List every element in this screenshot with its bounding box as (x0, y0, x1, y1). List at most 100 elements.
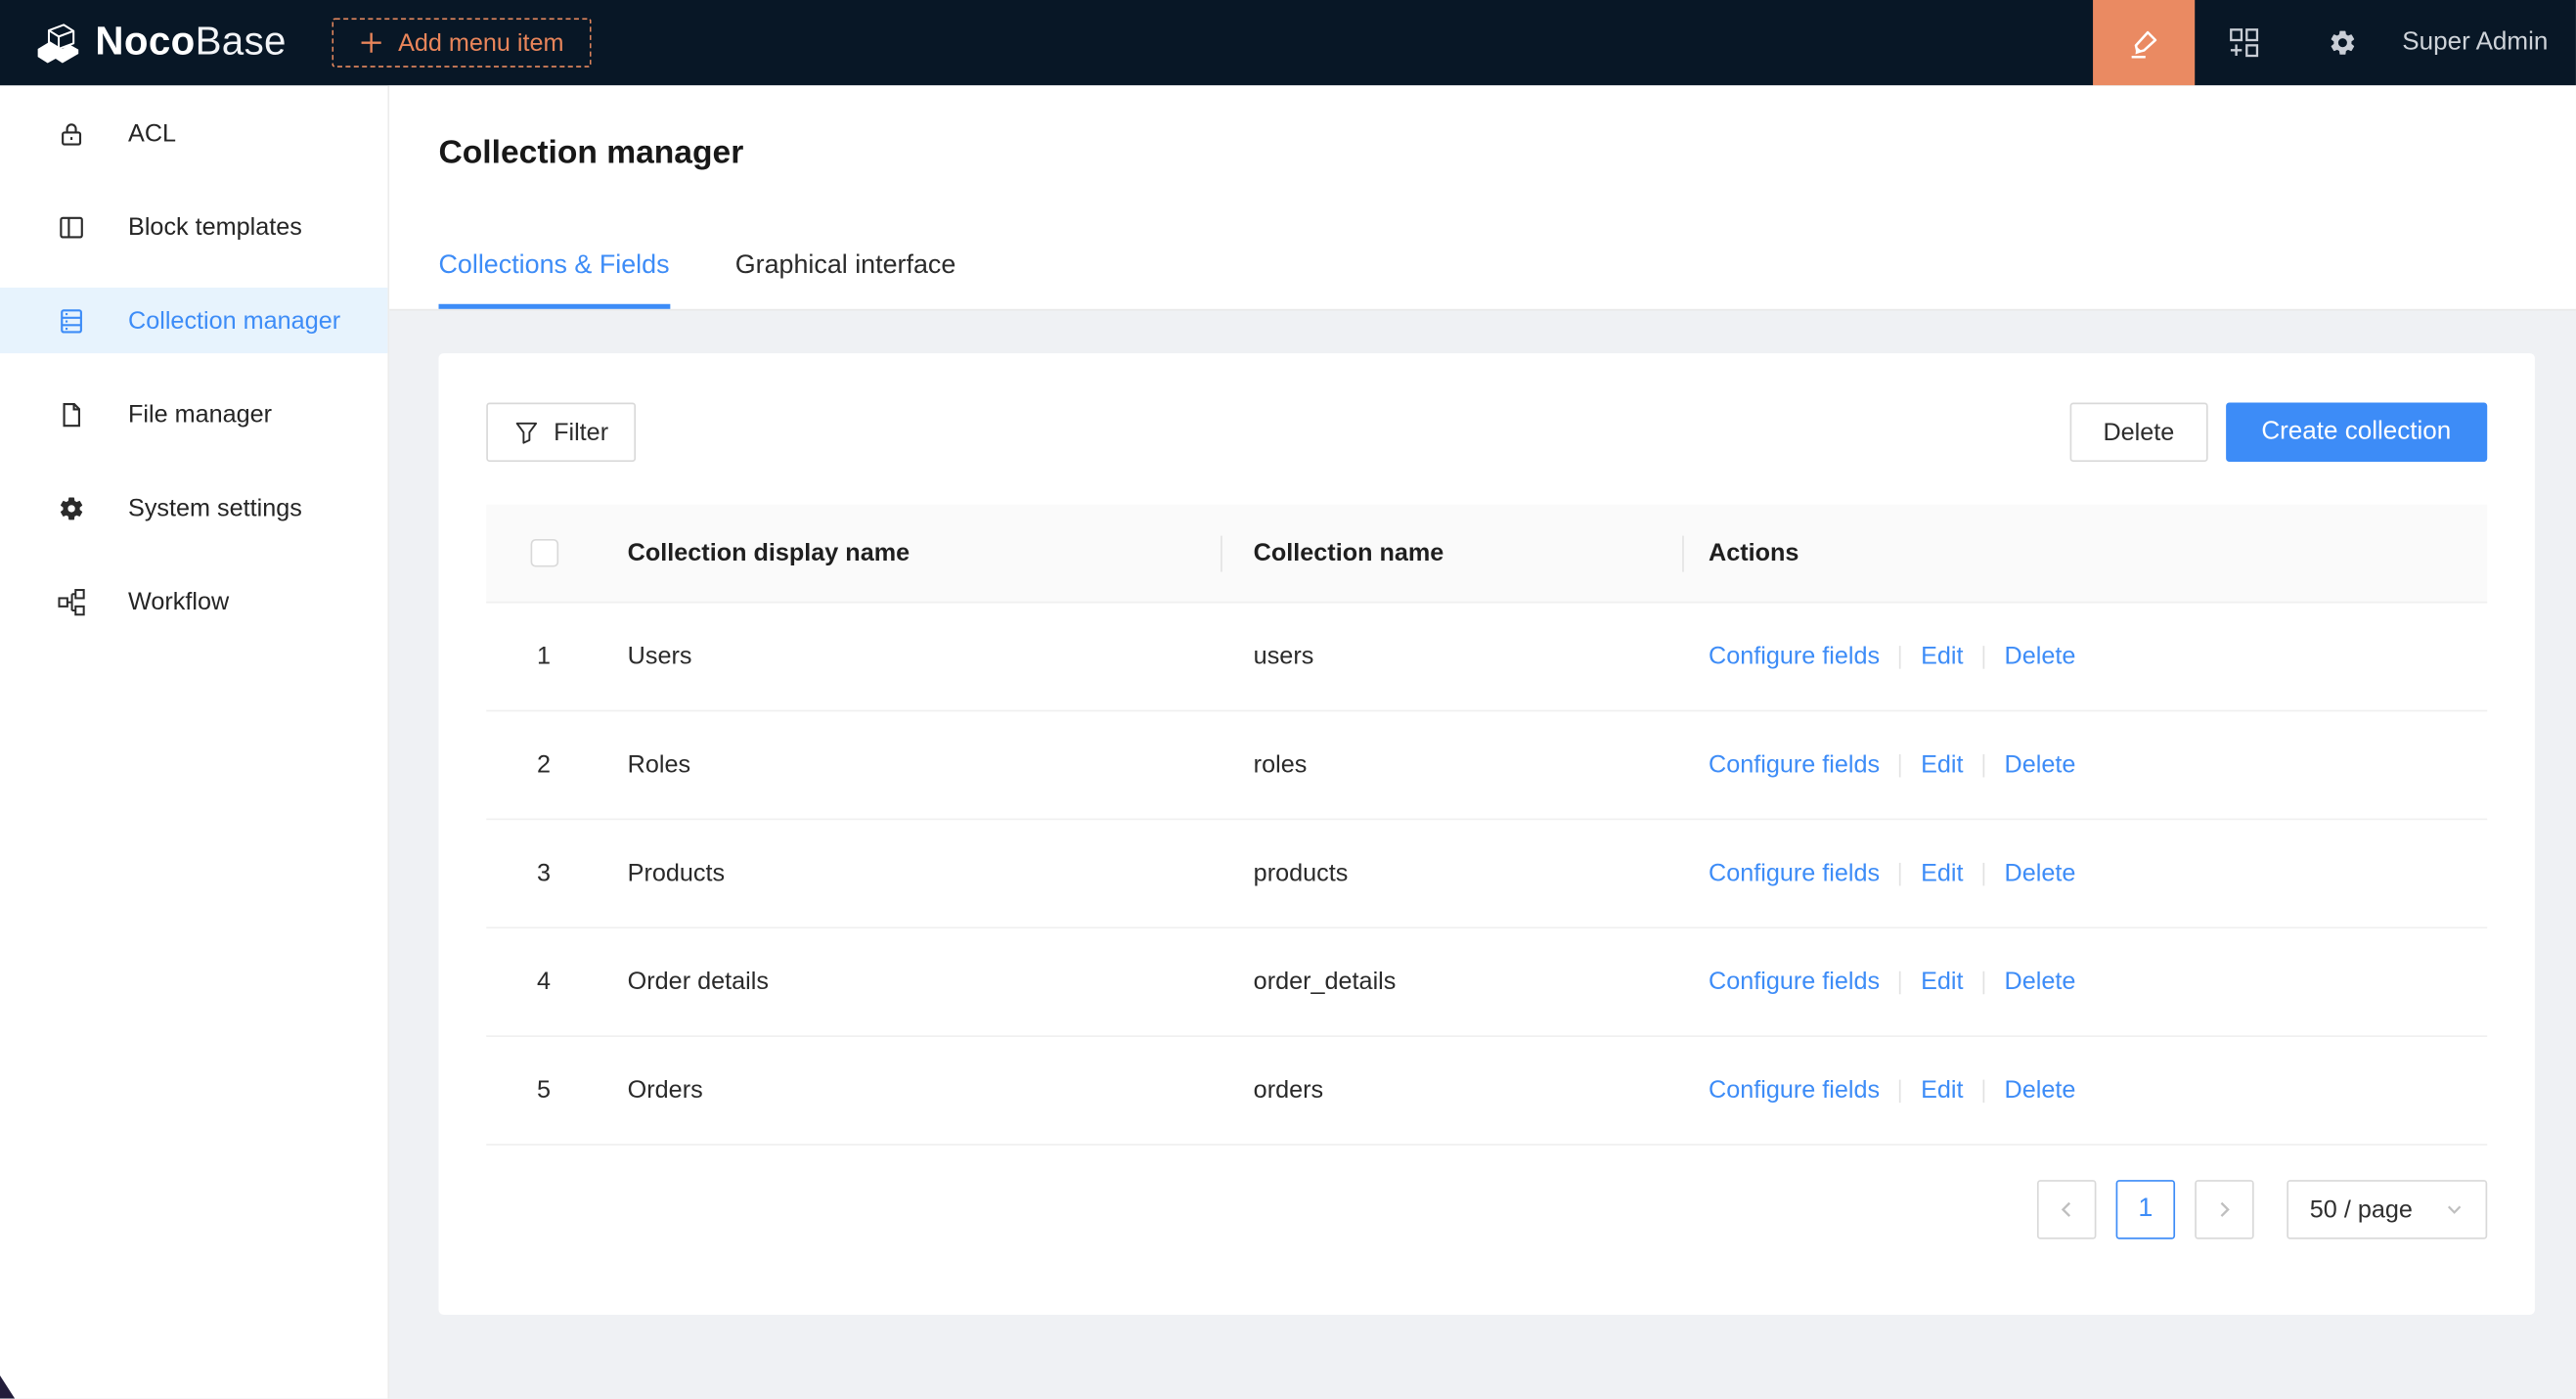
edit-link[interactable]: Edit (1921, 751, 1963, 780)
row-collection-name: orders (1221, 1076, 1682, 1105)
create-collection-button[interactable]: Create collection (2225, 403, 2487, 462)
row-display-name: Order details (601, 968, 1221, 996)
table-row: 5 Orders orders Configure fields Edit De… (486, 1037, 2487, 1146)
file-icon (56, 399, 85, 429)
tab-graphical-interface[interactable]: Graphical interface (735, 251, 956, 309)
gear-icon (56, 493, 85, 522)
action-divider (1899, 645, 1901, 668)
row-index: 3 (486, 860, 601, 888)
configure-fields-link[interactable]: Configure fields (1709, 643, 1880, 671)
delete-link[interactable]: Delete (2005, 643, 2076, 671)
action-divider (1983, 645, 1985, 668)
row-index: 4 (486, 968, 601, 996)
funnel-icon (514, 420, 539, 444)
delete-link[interactable]: Delete (2005, 968, 2076, 996)
action-divider (1899, 970, 1901, 994)
column-header-collection-name: Collection name (1221, 539, 1682, 567)
row-actions: Configure fields Edit Delete (1682, 643, 2487, 671)
nocobase-logo[interactable]: NocoBase (33, 18, 287, 67)
sidebar-item-label: System settings (128, 494, 302, 522)
chevron-right-icon (2213, 1198, 2237, 1222)
tab-collections-and-fields[interactable]: Collections & Fields (439, 251, 670, 309)
action-divider (1899, 862, 1901, 885)
header-checkbox-cell (486, 539, 601, 567)
sidebar-item-system-settings[interactable]: System settings (0, 474, 387, 540)
row-actions: Configure fields Edit Delete (1682, 751, 2487, 780)
pagination-page-1[interactable]: 1 (2116, 1180, 2175, 1239)
design-mode-toggle-button[interactable] (2093, 0, 2195, 85)
tab-bar: Collections & Fields Graphical interface (439, 251, 2527, 309)
configure-fields-link[interactable]: Configure fields (1709, 860, 1880, 888)
column-divider (1221, 536, 1222, 572)
sidebar-item-acl[interactable]: ACL (0, 100, 387, 165)
partition-icon (56, 587, 85, 616)
content-area: Filter Delete Create collection Collecti… (389, 310, 2576, 1398)
page-header: Collection manager Collections & Fields … (389, 85, 2576, 310)
page-title: Collection manager (439, 135, 2527, 173)
table-row: 2 Roles roles Configure fields Edit Dele… (486, 711, 2487, 820)
user-menu[interactable]: Super Admin (2402, 28, 2548, 58)
appstore-add-icon (2230, 28, 2259, 58)
sidebar-item-label: File manager (128, 400, 272, 429)
edit-link[interactable]: Edit (1921, 860, 1963, 888)
select-all-checkbox[interactable] (530, 539, 558, 567)
table-header-row: Collection display name Collection name … (486, 505, 2487, 604)
delete-link[interactable]: Delete (2005, 860, 2076, 888)
edit-link[interactable]: Edit (1921, 968, 1963, 996)
pagination-prev-button[interactable] (2037, 1180, 2096, 1239)
action-divider (1983, 753, 1985, 777)
topbar: NocoBase Add menu item (0, 0, 2576, 85)
sidebar-item-file-manager[interactable]: File manager (0, 382, 387, 447)
sidebar-item-label: ACL (128, 119, 176, 148)
edit-link[interactable]: Edit (1921, 643, 1963, 671)
sidebar-item-label: Workflow (128, 588, 229, 616)
sidebar-item-collection-manager[interactable]: Collection manager (0, 288, 387, 353)
configure-fields-link[interactable]: Configure fields (1709, 1076, 1880, 1105)
table-row: 3 Products products Configure fields Edi… (486, 820, 2487, 928)
column-header-actions: Actions (1682, 539, 2487, 567)
brand-text: NocoBase (95, 20, 286, 66)
sidebar-item-block-templates[interactable]: Block templates (0, 194, 387, 259)
plugin-manager-button[interactable] (2196, 0, 2294, 85)
app-root: NocoBase Add menu item (0, 0, 2576, 1399)
row-display-name: Products (601, 860, 1221, 888)
row-collection-name: order_details (1221, 968, 1682, 996)
delete-link[interactable]: Delete (2005, 1076, 2076, 1105)
highlighter-icon (2127, 25, 2161, 60)
configure-fields-link[interactable]: Configure fields (1709, 968, 1880, 996)
edit-link[interactable]: Edit (1921, 1076, 1963, 1105)
configure-fields-link[interactable]: Configure fields (1709, 751, 1880, 780)
row-display-name: Roles (601, 751, 1221, 780)
row-actions: Configure fields Edit Delete (1682, 860, 2487, 888)
sidebar-item-workflow[interactable]: Workflow (0, 568, 387, 634)
action-divider (1983, 862, 1985, 885)
bulk-delete-button[interactable]: Delete (2070, 403, 2207, 462)
column-header-display-name: Collection display name (601, 539, 1221, 567)
filter-button[interactable]: Filter (486, 403, 636, 462)
row-index: 1 (486, 643, 601, 671)
table-row: 4 Order details order_details Configure … (486, 928, 2487, 1037)
cursor-artifact (0, 1376, 15, 1399)
cube-3d-icon (33, 18, 82, 67)
table-toolbar: Filter Delete Create collection (486, 403, 2487, 462)
action-divider (1983, 1079, 1985, 1103)
delete-link[interactable]: Delete (2005, 751, 2076, 780)
system-settings-topbar-button[interactable] (2293, 0, 2392, 85)
page-size-select[interactable]: 50 / page (2287, 1180, 2487, 1239)
row-actions: Configure fields Edit Delete (1682, 1076, 2487, 1105)
action-divider (1899, 753, 1901, 777)
action-divider (1899, 1079, 1901, 1103)
gear-icon (2329, 28, 2358, 58)
main-area: Collection manager Collections & Fields … (389, 85, 2576, 1398)
row-index: 5 (486, 1076, 601, 1105)
sidebar-item-label: Block templates (128, 213, 302, 242)
add-menu-item-button[interactable]: Add menu item (333, 18, 592, 67)
pagination: 1 50 / page (486, 1180, 2487, 1239)
table-row: 1 Users users Configure fields Edit Dele… (486, 603, 2487, 711)
row-collection-name: products (1221, 860, 1682, 888)
row-index: 2 (486, 751, 601, 780)
chevron-left-icon (2055, 1198, 2078, 1222)
pagination-next-button[interactable] (2195, 1180, 2253, 1239)
database-icon (56, 305, 85, 335)
sidebar: ACL Block templates Collection manager (0, 85, 389, 1398)
